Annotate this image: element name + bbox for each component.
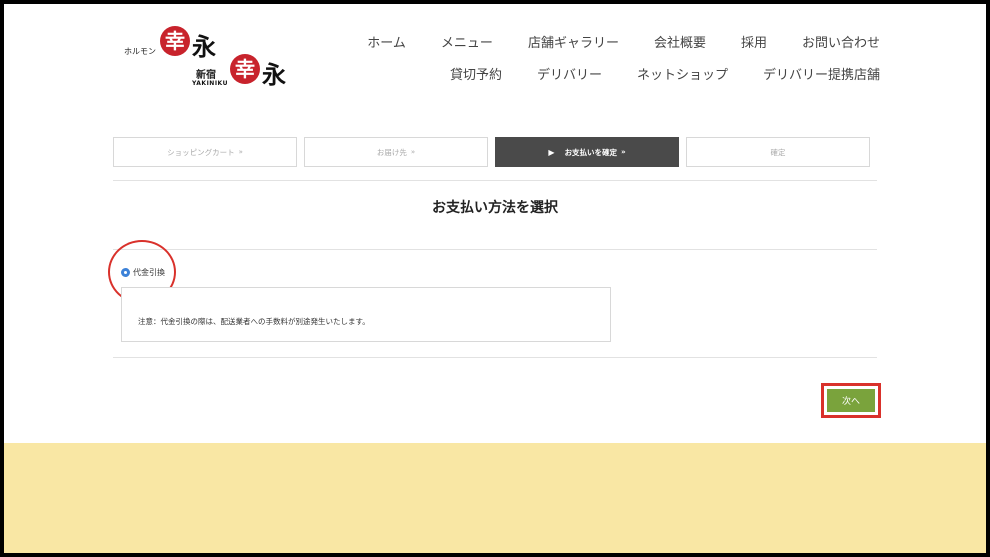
logo-location: 新宿 [196,70,216,81]
chevron-right-icon: » [238,148,243,156]
logo-name-1: 永 [192,32,216,61]
divider [113,357,877,358]
chevron-right-icon: » [621,148,626,156]
step-label: 確定 [770,147,786,157]
nav-contact[interactable]: お問い合わせ [802,32,880,51]
nav-recruit[interactable]: 採用 [741,32,767,51]
divider [113,249,877,250]
step-shipping: お届け先 » [304,137,488,167]
step-payment: ▶ お支払いを確定 » [495,137,679,167]
payment-note-box: 注意：代金引換の際は、配送業者への手数料が別途発生いたします。 [121,287,611,342]
step-confirm: 確定 [686,137,870,167]
nav-menu[interactable]: メニュー [441,32,493,51]
checkout-steps: ショッピングカート » お届け先 » ▶ お支払いを確定 » 確定 [113,137,871,167]
logo-name-2: 永 [262,60,286,89]
page-title: お支払い方法を選択 [432,200,558,216]
nav-delivery[interactable]: デリバリー [537,64,602,83]
nav-home[interactable]: ホーム [367,32,406,51]
page: ホルモン 幸 永 新宿 YAKINIKU 幸 永 ホーム メニュー 店舗ギャラリ… [4,4,986,553]
next-button[interactable]: 次へ [827,389,875,412]
step-cart: ショッピングカート » [113,137,297,167]
logo-seal-1: 幸 [160,26,190,56]
step-label: ショッピングカート [167,147,235,157]
logo-prefix: ホルモン [124,47,156,56]
logo-subname: YAKINIKU [192,80,228,87]
nav-netshop[interactable]: ネットショップ [637,64,728,83]
divider [113,180,877,181]
nav-reservation[interactable]: 貸切予約 [450,64,502,83]
footer [4,443,986,553]
main-nav-row-1: ホーム メニュー 店舗ギャラリー 会社概要 採用 お問い合わせ [332,32,880,51]
nav-gallery[interactable]: 店舗ギャラリー [528,32,619,51]
step-label: お届け先 [376,147,407,157]
payment-note: 注意：代金引換の際は、配送業者への手数料が別途発生いたします。 [138,317,370,326]
step-label: お支払いを確定 [564,147,618,157]
nav-company[interactable]: 会社概要 [654,32,706,51]
play-arrow-icon: ▶ [548,147,555,157]
logo-seal-2: 幸 [230,54,260,84]
main-nav-row-2: 貸切予約 デリバリー ネットショップ デリバリー提携店舗 [415,64,880,83]
site-logo[interactable]: ホルモン 幸 永 新宿 YAKINIKU 幸 永 [120,26,300,90]
nav-delivery-partners[interactable]: デリバリー提携店舗 [763,64,880,83]
chevron-right-icon: » [410,148,416,156]
